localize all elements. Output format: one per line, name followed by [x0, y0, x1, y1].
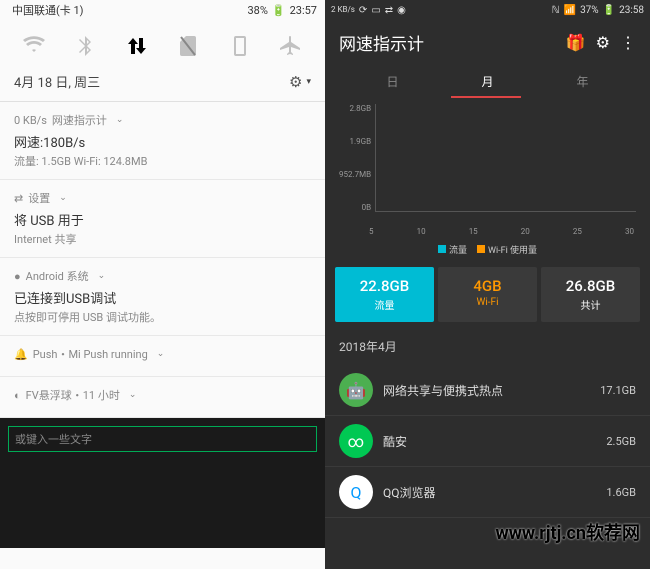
- notif-title: 已连接到USB调试: [14, 288, 311, 307]
- bluetooth-icon[interactable]: [73, 34, 97, 58]
- titlebar: 网速指示计 🎁 ⚙ ⋮: [325, 20, 650, 65]
- stat-mobile[interactable]: 22.8GB流量: [335, 267, 434, 322]
- month-label: 2018年4月: [325, 328, 650, 365]
- app-name: 设置: [28, 190, 50, 206]
- chevron-down-icon[interactable]: ▾: [306, 77, 311, 87]
- clock: 23:58: [619, 5, 644, 16]
- app-name: FV悬浮球・11 小时: [26, 387, 120, 403]
- stat-wifi[interactable]: 4GBWi-Fi: [438, 267, 537, 322]
- app-name: Android 系统: [26, 268, 89, 284]
- notif-header: ● Android 系统 ⌄: [14, 268, 311, 284]
- portrait-icon[interactable]: [228, 34, 252, 58]
- app-icon: 0 KB/s: [14, 114, 47, 127]
- gear-icon[interactable]: ⚙: [596, 33, 610, 52]
- chevron-down-icon[interactable]: ⌄: [59, 193, 67, 203]
- chart-legend: 流量 Wi-Fi 使用量: [325, 238, 650, 261]
- notif-body: 点按即可停用 USB 调试功能。: [14, 309, 311, 325]
- app-icon: ∞: [339, 424, 373, 458]
- chart-bars: [375, 104, 636, 212]
- stat-total[interactable]: 26.8GB共计: [541, 267, 640, 322]
- image-icon: ▭: [371, 5, 380, 16]
- notification[interactable]: 0 KB/s 网速指示计 ⌄ 网速:180B/s 流量: 1.5GB Wi-Fi: 12…: [0, 102, 325, 180]
- app-usage: 17.1GB: [600, 384, 636, 397]
- notif-header: ⇄ 设置 ⌄: [14, 190, 311, 206]
- app-icon: 🤖: [339, 373, 373, 407]
- notification[interactable]: ● Android 系统 ⌄ 已连接到USB调试点按即可停用 USB 调试功能。: [0, 258, 325, 336]
- app-name: 网络共享与便携式热点: [383, 382, 590, 399]
- ime-area: 或键入一些文字: [0, 418, 325, 548]
- chevron-down-icon[interactable]: ⌄: [98, 271, 106, 281]
- app-icon: ◐: [14, 389, 21, 402]
- chevron-down-icon[interactable]: ⌄: [129, 390, 137, 400]
- status-bar: 2 KB/s ⟳ ▭ ⇄ ◉ ℕ 📶 37% 🔋 23:58: [325, 0, 650, 20]
- app-row[interactable]: 🤖 网络共享与便携式热点 17.1GB: [325, 365, 650, 416]
- notif-body: Internet 共享: [14, 231, 311, 247]
- notif-body: 流量: 1.5GB Wi-Fi: 124.8MB: [14, 153, 311, 169]
- date-text: 4月 18 日, 周三: [14, 72, 100, 91]
- more-icon[interactable]: ⋮: [620, 33, 636, 52]
- notif-header: 0 KB/s 网速指示计 ⌄: [14, 112, 311, 128]
- nfc-icon: ℕ: [552, 5, 560, 16]
- y-axis: 2.8GB1.9GB952.7MB0B: [339, 104, 375, 224]
- notif-title: 将 USB 用于: [14, 210, 311, 229]
- chevron-down-icon[interactable]: ⌄: [116, 115, 124, 125]
- gear-icon[interactable]: ⚙: [289, 73, 302, 91]
- data-icon[interactable]: [125, 34, 149, 58]
- sync-icon: ⟳: [359, 5, 367, 16]
- clock: 23:57: [290, 4, 317, 17]
- status-bar: 中国联通(卡 1) 38% 🔋 23:57: [0, 0, 325, 20]
- watermark: www.rjtj.cn软荐网: [495, 519, 640, 545]
- app-icon: 🔔: [14, 348, 28, 361]
- app-usage: 2.5GB: [606, 435, 636, 448]
- battery-pct: 38%: [247, 4, 267, 17]
- usage-chart: 2.8GB1.9GB952.7MB0B 51015202530: [325, 98, 650, 238]
- battery-icon: 🔋: [603, 5, 615, 16]
- legend-mobile: 流量: [438, 243, 467, 256]
- notification[interactable]: ⇄ 设置 ⌄ 将 USB 用于 Internet 共享: [0, 180, 325, 258]
- tab-day[interactable]: 日: [345, 65, 440, 98]
- app-row[interactable]: Q QQ浏览器 1.6GB: [325, 467, 650, 518]
- period-tabs: 日 月 年: [325, 65, 650, 98]
- text-input[interactable]: 或键入一些文字: [8, 426, 317, 452]
- app-usage: 1.6GB: [606, 486, 636, 499]
- tab-month[interactable]: 月: [440, 65, 535, 98]
- app-name: Push・Mi Push running: [33, 346, 148, 362]
- notification[interactable]: ◐ FV悬浮球・11 小时 ⌄: [0, 377, 325, 418]
- notif-header: ◐ FV悬浮球・11 小时 ⌄: [14, 387, 311, 403]
- airplane-icon[interactable]: [279, 34, 303, 58]
- app-name: 酷安: [383, 433, 596, 450]
- tab-year[interactable]: 年: [535, 65, 630, 98]
- notification[interactable]: 🔔 Push・Mi Push running ⌄: [0, 336, 325, 377]
- x-axis: 51015202530: [367, 224, 636, 236]
- page-title: 网速指示计: [339, 30, 556, 55]
- battery-pct: 37%: [580, 5, 599, 16]
- signal-icon: 📶: [564, 5, 576, 16]
- app-row[interactable]: ∞ 酷安 2.5GB: [325, 416, 650, 467]
- chevron-down-icon[interactable]: ⌄: [157, 349, 165, 359]
- app-name: QQ浏览器: [383, 484, 596, 501]
- notif-header: 🔔 Push・Mi Push running ⌄: [14, 346, 311, 362]
- swap-icon: ⇄: [385, 5, 393, 16]
- legend-wifi: Wi-Fi 使用量: [477, 243, 537, 256]
- sim-icon[interactable]: [176, 34, 200, 58]
- battery-icon: 🔋: [272, 4, 286, 17]
- speed-indicator: 2 KB/s: [331, 6, 355, 14]
- wifi-icon[interactable]: [22, 34, 46, 58]
- app-icon: ⇄: [14, 192, 23, 205]
- carrier: 中国联通(卡 1): [12, 2, 84, 18]
- app-icon: ●: [14, 270, 21, 283]
- quick-settings: [0, 20, 325, 68]
- gift-icon[interactable]: 🎁: [566, 33, 586, 52]
- stats-row: 22.8GB流量 4GBWi-Fi 26.8GB共计: [325, 261, 650, 328]
- date-row: 4月 18 日, 周三 ⚙ ▾: [0, 68, 325, 102]
- app-icon: Q: [339, 475, 373, 509]
- app-name: 网速指示计: [52, 112, 107, 128]
- record-icon: ◉: [397, 5, 406, 16]
- notif-title: 网速:180B/s: [14, 132, 311, 151]
